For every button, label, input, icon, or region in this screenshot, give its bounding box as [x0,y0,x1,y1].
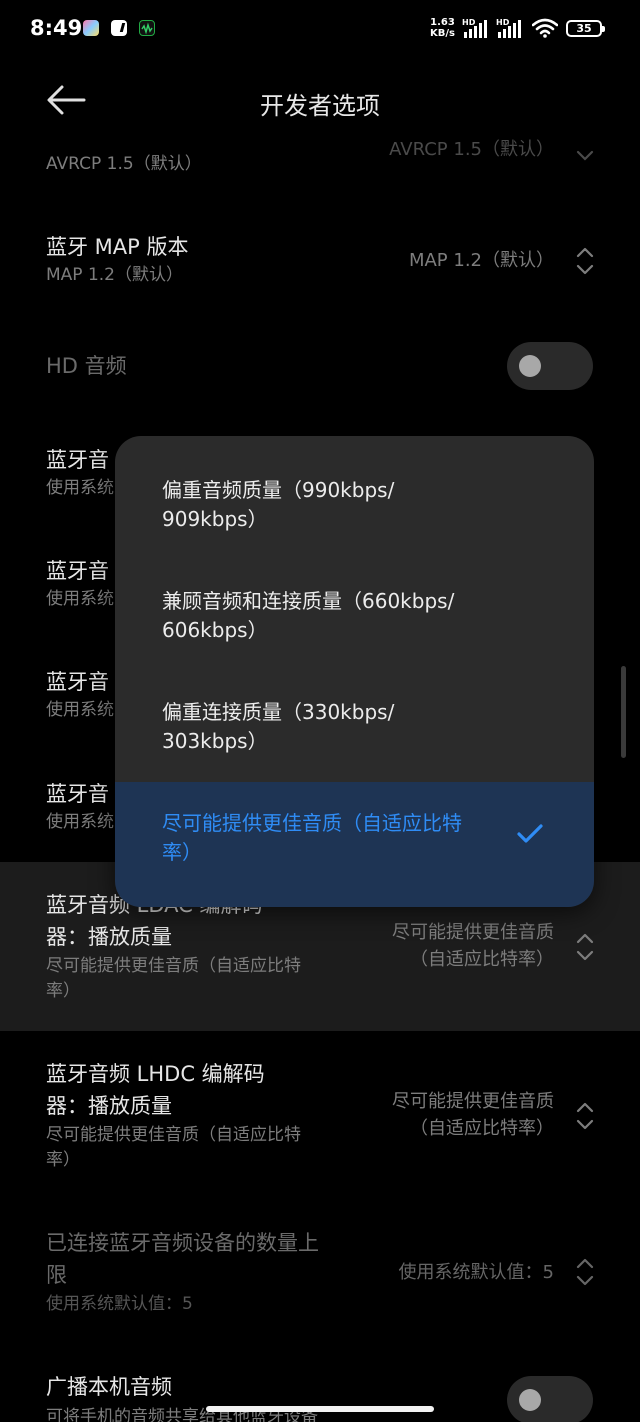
setting-subtitle: MAP 1.2（默认） [46,265,183,285]
option-label: 尽可能提供更佳音质（自适应比特 [162,811,462,835]
checkmark-icon [517,824,543,843]
page-title: 开发者选项 [260,92,380,120]
network-speed: 1.63 KB/s [430,17,455,39]
cell-signal-icon: HD [462,18,490,38]
app-notification-icon [111,20,127,36]
chevron-up-down-icon [576,1258,594,1286]
setting-row-avrcp[interactable]: AVRCP 1.5（默认） AVRCP 1.5（默认） [0,134,640,204]
toggle-knob [519,1389,541,1411]
option-label: 偏重音频质量（990kbps/ [162,478,395,502]
option-label: 率） [162,840,202,864]
setting-title: 蓝牙音 [46,559,109,583]
popup-option[interactable]: 偏重音频质量（990kbps/ 909kbps） [115,460,594,571]
setting-row-ldac-quality[interactable]: 蓝牙音频 LDAC 编解码 器：播放质量 尽可能提供更佳音质（自适应比特 率） … [0,890,640,1010]
setting-title: 蓝牙音 [46,448,109,472]
setting-subtitle: 使用系统 [46,700,114,720]
setting-title: 器：播放质量 [46,1094,172,1118]
broadcast-audio-toggle[interactable] [507,1376,593,1422]
setting-title: 蓝牙音 [46,782,109,806]
cell-signal-icon: HD [496,18,524,38]
setting-value: AVRCP 1.5（默认） [389,139,554,160]
setting-subtitle: AVRCP 1.5（默认） [46,154,202,174]
setting-value: （自适应比特率） [410,1118,554,1139]
network-speed-unit: KB/s [430,28,455,39]
setting-title: 蓝牙音 [46,670,109,694]
status-time: 8:49 [30,16,83,40]
setting-subtitle: 尽可能提供更佳音质（自适应比特 [46,1125,301,1145]
scrollbar[interactable] [621,666,626,758]
status-bar: 8:49 1.63 KB/s HD HD 35 [0,0,640,58]
setting-title: HD 音频 [46,354,127,378]
popup-option[interactable]: 兼顾音频和连接质量（660kbps/ 606kbps） [115,571,594,682]
option-label: 606kbps） [162,618,268,642]
setting-subtitle: 尽可能提供更佳音质（自适应比特 [46,956,301,976]
chevron-up-down-icon [576,1102,594,1130]
setting-title: 已连接蓝牙音频设备的数量上 [46,1231,319,1255]
chevron-up-down-icon [576,247,594,275]
setting-subtitle: 使用系统 [46,589,114,609]
setting-subtitle: 使用系统 [46,812,114,832]
app-header: 开发者选项 [0,70,640,132]
setting-subtitle: 使用系统默认值：5 [46,1294,193,1314]
option-label: 偏重连接质量（330kbps/ [162,700,395,724]
setting-row-broadcast-audio[interactable]: 广播本机音频 可将手机的音频共享给其他蓝牙设备 [0,1372,640,1422]
setting-row-max-audio-devices[interactable]: 已连接蓝牙音频设备的数量上 限 使用系统默认值：5 使用系统默认值：5 [0,1228,640,1324]
setting-subtitle: 率） [46,1150,80,1170]
wifi-icon [531,18,559,38]
battery-icon: 35 [566,20,605,37]
setting-value: 尽可能提供更佳音质 [392,922,554,943]
setting-value: 尽可能提供更佳音质 [392,1091,554,1112]
network-speed-value: 1.63 [430,17,455,28]
gesture-nav-bar[interactable] [206,1406,434,1412]
setting-subtitle: 率） [46,981,80,1001]
hd-audio-toggle[interactable] [507,342,593,390]
toggle-knob [519,355,541,377]
setting-value: （自适应比特率） [410,949,554,970]
setting-subtitle: 使用系统 [46,478,114,498]
setting-row-lhdc-quality[interactable]: 蓝牙音频 LHDC 编解码 器：播放质量 尽可能提供更佳音质（自适应比特 率） … [0,1059,640,1179]
chevron-up-down-icon [576,933,594,961]
setting-row-hd-audio[interactable]: HD 音频 [0,340,640,396]
popup-option[interactable]: 偏重连接质量（330kbps/ 303kbps） [115,682,594,793]
app-notification-icon [139,20,155,36]
app-notification-icon [83,20,99,36]
setting-title: 广播本机音频 [46,1375,172,1399]
setting-title: 蓝牙音频 LHDC 编解码 [46,1062,265,1086]
setting-title: 蓝牙 MAP 版本 [46,235,189,259]
setting-title: 器：播放质量 [46,925,172,949]
option-label: 303kbps） [162,729,268,753]
setting-row-map-version[interactable]: 蓝牙 MAP 版本 MAP 1.2（默认） MAP 1.2（默认） [0,228,640,308]
option-label: 兼顾音频和连接质量（660kbps/ [162,589,455,613]
setting-value: 使用系统默认值：5 [398,1262,554,1283]
chevron-down-icon [576,150,594,161]
setting-value: MAP 1.2（默认） [408,250,554,271]
setting-title: 限 [46,1263,67,1287]
option-label: 909kbps） [162,507,268,531]
quality-options-popup: 偏重音频质量（990kbps/ 909kbps） 兼顾音频和连接质量（660kb… [115,436,594,907]
popup-option-selected[interactable]: 尽可能提供更佳音质（自适应比特 率） [115,782,594,907]
